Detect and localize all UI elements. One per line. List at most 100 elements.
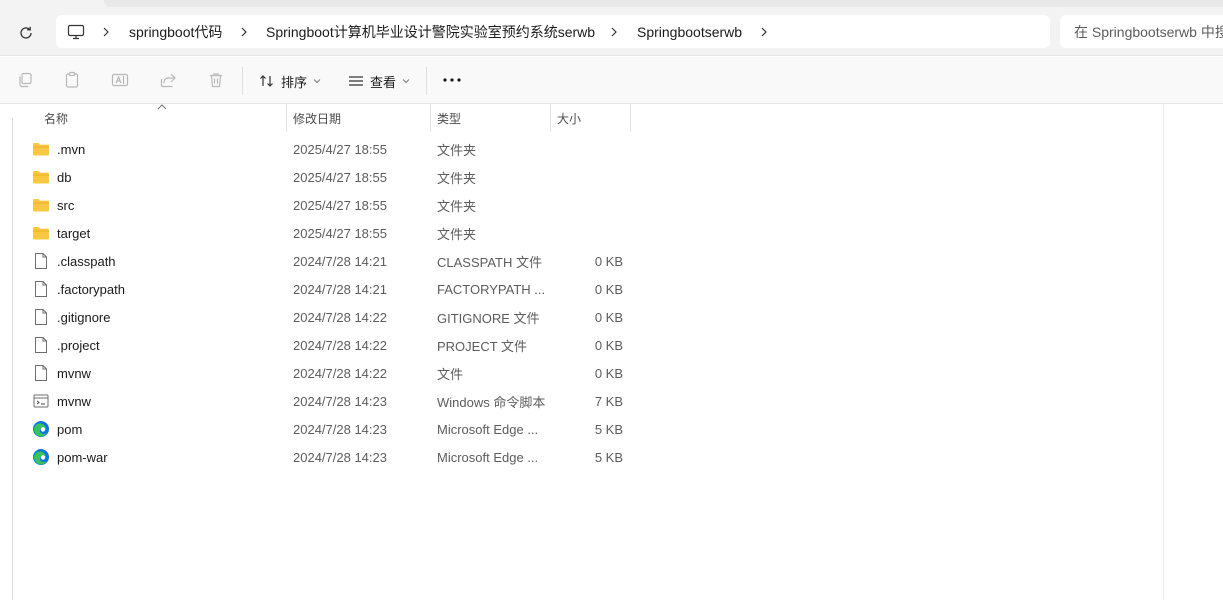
breadcrumb-item-project[interactable]: Springboot计算机毕业设计警院实验室预约系统serwb	[266, 15, 595, 48]
file-row[interactable]: .gitignore 2024/7/28 14:22 GITIGNORE 文件 0 K…	[0, 303, 1163, 331]
file-row[interactable]: .mvn 2025/4/27 18:55 文件夹	[0, 135, 1163, 163]
file-name-cell[interactable]: src	[32, 191, 74, 219]
column-header-size[interactable]: 大小	[551, 104, 630, 132]
view-list-icon	[349, 76, 363, 86]
search-input[interactable]: 在 Springbootserwb 中搜	[1060, 15, 1223, 48]
file-date: 2024/7/28 14:23	[293, 449, 387, 465]
address-bar-row: springboot代码 Springboot计算机毕业设计警院实验室预约系统s…	[0, 8, 1223, 56]
cmd-script-icon	[32, 392, 50, 410]
rename-button[interactable]	[110, 70, 130, 90]
file-size	[551, 135, 623, 163]
file-row[interactable]: db 2025/4/27 18:55 文件夹	[0, 163, 1163, 191]
file-date: 2024/7/28 14:22	[293, 337, 387, 353]
breadcrumb[interactable]: springboot代码 Springboot计算机毕业设计警院实验室预约系统s…	[56, 15, 1050, 48]
file-name-cell[interactable]: .project	[32, 331, 100, 359]
file-name-cell[interactable]: db	[32, 163, 71, 191]
file-type: 文件夹	[437, 170, 477, 186]
file-name: .project	[57, 337, 100, 353]
active-tab-edge	[104, 0, 1223, 7]
chevron-right-icon[interactable]	[100, 15, 112, 48]
sort-button[interactable]: 排序	[259, 69, 321, 93]
folder-icon	[32, 140, 50, 158]
file-name-cell[interactable]: target	[32, 219, 90, 247]
column-header-name[interactable]: 名称	[38, 104, 286, 132]
file-size	[551, 219, 623, 247]
more-icon	[443, 78, 461, 82]
file-date: 2025/4/27 18:55	[293, 141, 387, 157]
delete-button[interactable]	[206, 70, 226, 90]
file-name: target	[57, 225, 91, 241]
file-size: 0 KB	[594, 281, 623, 297]
file-name-cell[interactable]: .mvn	[32, 135, 85, 163]
breadcrumb-item-springboot-code[interactable]: springboot代码	[129, 15, 222, 48]
file-icon	[32, 280, 50, 298]
file-row[interactable]: mvnw 2024/7/28 14:22 文件 0 KB	[0, 359, 1163, 387]
file-name: src	[57, 197, 75, 213]
folder-icon	[32, 168, 50, 186]
chevron-right-icon[interactable]	[758, 15, 770, 48]
edge-icon	[32, 420, 50, 438]
file-name-cell[interactable]: .factorypath	[32, 275, 125, 303]
chevron-down-icon	[313, 79, 321, 84]
file-name-cell[interactable]: mvnw	[32, 387, 91, 415]
file-size: 7 KB	[594, 393, 623, 409]
file-size: 5 KB	[594, 449, 623, 465]
folder-icon	[32, 224, 50, 242]
file-type: Microsoft Edge ...	[437, 449, 539, 465]
file-name: mvnw	[57, 365, 91, 381]
share-icon	[160, 73, 176, 88]
file-size: 0 KB	[594, 253, 623, 269]
toolbar-divider	[426, 67, 427, 95]
breadcrumb-item-current[interactable]: Springbootserwb	[637, 15, 742, 48]
view-button[interactable]: 查看	[348, 69, 410, 93]
view-label: 查看	[370, 74, 397, 90]
more-options-button[interactable]	[441, 69, 463, 91]
refresh-icon	[20, 26, 32, 39]
chevron-right-icon[interactable]	[608, 15, 620, 48]
file-type: PROJECT 文件	[437, 338, 528, 354]
file-row[interactable]: .factorypath 2024/7/28 14:21 FACTORYPATH .…	[0, 275, 1163, 303]
share-button[interactable]	[158, 70, 178, 90]
file-date: 2024/7/28 14:21	[293, 253, 387, 269]
file-date: 2025/4/27 18:55	[293, 169, 387, 185]
copy-button[interactable]	[15, 70, 35, 90]
paste-button[interactable]	[62, 70, 82, 90]
chevron-right-icon[interactable]	[238, 15, 250, 48]
file-date: 2025/4/27 18:55	[293, 197, 387, 213]
command-bar: 排序 查看	[0, 57, 1223, 104]
monitor-icon	[67, 24, 85, 39]
file-name-cell[interactable]: pom-war	[32, 443, 108, 471]
file-type: Microsoft Edge ...	[437, 421, 539, 437]
file-icon	[32, 252, 50, 270]
file-row[interactable]: pom-war 2024/7/28 14:23 Microsoft Edge ...…	[0, 443, 1163, 471]
file-size	[551, 163, 623, 191]
column-header-date[interactable]: 修改日期	[287, 104, 430, 132]
file-row[interactable]: src 2025/4/27 18:55 文件夹	[0, 191, 1163, 219]
file-icon	[32, 364, 50, 382]
file-date: 2024/7/28 14:23	[293, 421, 387, 437]
file-row[interactable]: target 2025/4/27 18:55 文件夹	[0, 219, 1163, 247]
file-name: .mvn	[57, 141, 86, 157]
file-name-cell[interactable]: mvnw	[32, 359, 91, 387]
column-header-type[interactable]: 类型	[431, 104, 550, 132]
file-icon	[32, 336, 50, 354]
file-row[interactable]: .project 2024/7/28 14:22 PROJECT 文件 0 KB	[0, 331, 1163, 359]
file-date: 2024/7/28 14:21	[293, 281, 387, 297]
file-row[interactable]: .classpath 2024/7/28 14:21 CLASSPATH 文件 0 K…	[0, 247, 1163, 275]
refresh-button[interactable]	[14, 21, 38, 45]
copy-icon	[19, 72, 32, 88]
file-size: 0 KB	[594, 337, 623, 353]
pane-divider	[1163, 104, 1164, 600]
file-icon	[32, 308, 50, 326]
file-row[interactable]: mvnw 2024/7/28 14:23 Windows 命令脚本 7 KB	[0, 387, 1163, 415]
file-name-cell[interactable]: .classpath	[32, 247, 116, 275]
file-type: 文件夹	[437, 198, 477, 214]
file-row[interactable]: pom 2024/7/28 14:23 Microsoft Edge ... 5 KB	[0, 415, 1163, 443]
file-name-cell[interactable]: pom	[32, 415, 82, 443]
file-type: GITIGNORE 文件	[437, 310, 540, 326]
file-name-cell[interactable]: .gitignore	[32, 303, 110, 331]
file-name: db	[57, 169, 72, 185]
file-name: .gitignore	[57, 309, 111, 325]
this-pc-button[interactable]	[67, 15, 85, 48]
column-resize-handle[interactable]	[630, 104, 631, 132]
